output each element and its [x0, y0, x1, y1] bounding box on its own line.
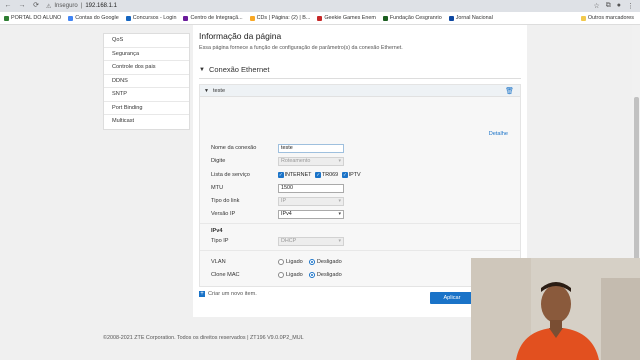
- row-digite: Digite Roteamento ▾: [211, 156, 344, 166]
- collapse-triangle-icon: ▼: [204, 87, 209, 94]
- bookmark-item[interactable]: Contas do Google: [68, 15, 119, 21]
- warning-icon: ⚠: [46, 3, 52, 10]
- checkbox-internet[interactable]: ✓ INTERNET: [278, 172, 311, 178]
- row-mtu: MTU 1500: [211, 183, 344, 193]
- check-icon: ✓: [278, 172, 284, 178]
- page-title: Informação da página: [199, 31, 282, 41]
- bookmark-item[interactable]: Geekie Games Enem: [317, 15, 376, 21]
- connection-name-input[interactable]: teste: [278, 143, 344, 153]
- mode-select: Roteamento ▾: [278, 156, 344, 166]
- browser-toolbar: ← → ⟳ ⚠ Inseguro | 192.168.1.1 ☆ ⧉ ● ⋮: [0, 0, 640, 12]
- vlan-on-radio[interactable]: Ligado: [278, 259, 303, 265]
- row-clone-mac: Clone MAC Ligado Desligado: [211, 270, 348, 280]
- label: Lista de serviço: [211, 172, 250, 178]
- new-item-link[interactable]: + Criar um novo item.: [199, 291, 257, 297]
- connection-panel: ▼ teste 🗑 Detalhe Nome da conexão teste …: [199, 84, 521, 304]
- row-tipo-ip: Tipo IP DHCP ▾: [211, 236, 344, 246]
- clone-mac-on-radio[interactable]: Ligado: [278, 272, 303, 278]
- bookmark-item[interactable]: Fundação Cesgranrio: [382, 15, 442, 21]
- divider: [200, 223, 520, 224]
- chevron-down-icon: ▾: [338, 197, 341, 204]
- check-icon: ✓: [342, 172, 348, 178]
- bookmark-favicon-icon: [382, 15, 388, 21]
- sidebar-item-port-binding[interactable]: Port Binding: [104, 102, 189, 115]
- ip-type-select: DHCP ▾: [278, 236, 344, 246]
- extension-icon[interactable]: ⧉: [606, 2, 611, 10]
- sidebar-item-seguranca[interactable]: Segurança: [104, 48, 189, 61]
- collapse-triangle-icon: ▼: [199, 66, 205, 73]
- menu-icon[interactable]: ⋮: [627, 2, 634, 10]
- chevron-down-icon: ▾: [338, 157, 341, 164]
- label: MTU: [211, 185, 224, 191]
- connection-name: teste: [212, 87, 226, 94]
- ip-version-select[interactable]: IPv4 ▾: [278, 209, 344, 219]
- label: Versão IP: [211, 211, 236, 217]
- bookmark-favicon-icon: [4, 15, 9, 21]
- bookmark-item[interactable]: Centro de Integraçã...: [183, 15, 243, 21]
- other-bookmarks[interactable]: Outros marcadores: [580, 15, 634, 21]
- vlan-off-radio[interactable]: Desligado: [308, 259, 342, 265]
- mtu-input[interactable]: 1500: [278, 183, 344, 193]
- star-icon[interactable]: ☆: [593, 2, 599, 10]
- label: VLAN: [211, 259, 226, 265]
- check-icon: ✓: [315, 172, 321, 178]
- sidebar: QoS Segurança Controle dos pais DDNS SNT…: [103, 33, 190, 130]
- bookmark-favicon-icon: [448, 15, 454, 21]
- row-servico: Lista de serviço ✓ INTERNET ✓ TR069 ✓ IPTV: [211, 170, 365, 180]
- bookmark-favicon-icon: [125, 15, 131, 21]
- apply-button[interactable]: Aplicar: [430, 292, 474, 304]
- link-type-select: IP ▾: [278, 196, 344, 206]
- sidebar-item-multicast[interactable]: Multicast: [104, 115, 189, 129]
- bookmark-favicon-icon: [68, 15, 74, 21]
- back-icon[interactable]: ←: [4, 2, 12, 10]
- bookmark-item[interactable]: Concursos - Login: [125, 15, 176, 21]
- url-text[interactable]: 192.168.1.1: [85, 3, 117, 9]
- chevron-down-icon: ▾: [338, 237, 341, 244]
- sidebar-item-ddns[interactable]: DDNS: [104, 75, 189, 88]
- section-title: Conexão Ethernet: [208, 65, 270, 74]
- address-bar[interactable]: ⚠ Inseguro | 192.168.1.1: [46, 2, 583, 11]
- profile-icon[interactable]: ●: [617, 2, 621, 10]
- label: Tipo IP: [211, 238, 229, 244]
- plus-icon: +: [199, 291, 205, 297]
- clone-mac-off-radio[interactable]: Desligado: [308, 272, 342, 278]
- divider: [199, 78, 521, 79]
- page-description: Essa página fornece a função de configur…: [199, 45, 403, 51]
- row-versao-ip: Versão IP IPv4 ▾: [211, 209, 344, 219]
- bookmark-item[interactable]: CDs | Página: (2) | B...: [249, 15, 310, 21]
- label: Digite: [211, 158, 226, 164]
- sidebar-item-sntp[interactable]: SNTP: [104, 88, 189, 102]
- webcam-person-image: [471, 258, 640, 360]
- folder-icon: [580, 15, 586, 21]
- toolbar-icons: ☆ ⧉ ● ⋮: [593, 2, 640, 10]
- bookmark-item[interactable]: PORTAL DO ALUNO: [4, 15, 61, 21]
- connection-header[interactable]: ▼ teste 🗑: [200, 85, 520, 97]
- divider: [200, 250, 520, 251]
- label: Nome da conexão: [211, 145, 257, 151]
- chevron-down-icon: ▾: [338, 210, 341, 217]
- bookmark-favicon-icon: [249, 15, 255, 21]
- security-label: Inseguro: [54, 3, 78, 9]
- ipv4-header: IPv4: [211, 228, 223, 234]
- sidebar-item-controle-pais[interactable]: Controle dos pais: [104, 61, 189, 75]
- webcam-overlay: [471, 258, 640, 360]
- row-tipo-link: Tipo do link IP ▾: [211, 196, 344, 206]
- forward-icon[interactable]: →: [18, 2, 26, 10]
- footer: ©2008-2021 ZTE Corporation. Todos os dir…: [103, 335, 304, 341]
- bookmark-favicon-icon: [183, 15, 189, 21]
- reload-icon[interactable]: ⟳: [32, 2, 40, 10]
- section-header[interactable]: ▼ Conexão Ethernet: [199, 65, 269, 74]
- label: Clone MAC: [211, 272, 240, 278]
- checkbox-iptv[interactable]: ✓ IPTV: [342, 172, 361, 178]
- checkbox-tr069[interactable]: ✓ TR069: [315, 172, 338, 178]
- sidebar-item-qos[interactable]: QoS: [104, 34, 189, 48]
- bookmarks-bar: PORTAL DO ALUNO Contas do Google Concursos…: [0, 12, 640, 25]
- trash-icon[interactable]: 🗑: [505, 87, 514, 95]
- row-nome: Nome da conexão teste: [211, 143, 344, 153]
- label: Tipo do link: [211, 198, 240, 204]
- row-vlan: VLAN Ligado Desligado: [211, 257, 348, 267]
- bookmark-favicon-icon: [317, 15, 323, 21]
- details-link[interactable]: Detalhe: [489, 131, 508, 137]
- bookmark-item[interactable]: Jornal Nacional: [448, 15, 493, 21]
